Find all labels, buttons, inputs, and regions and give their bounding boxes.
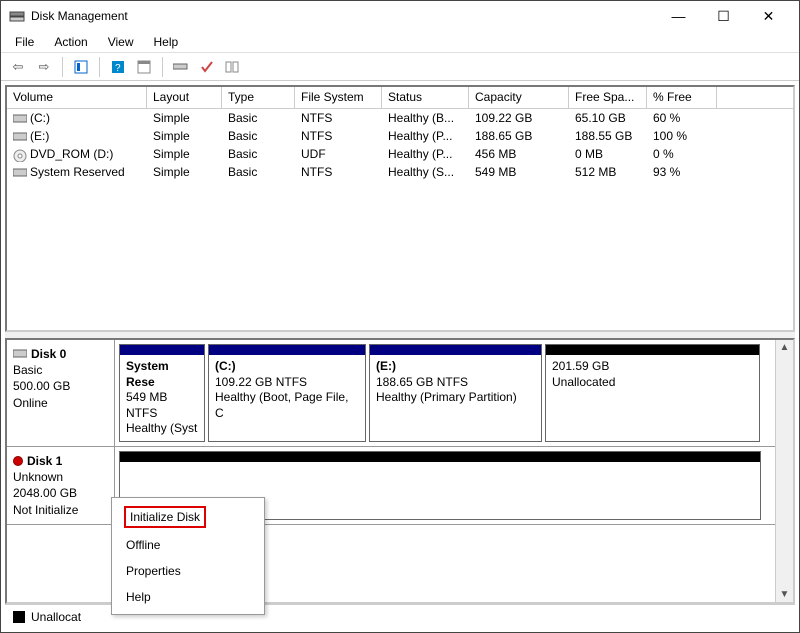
volume-list-header: Volume Layout Type File System Status Ca… [7,87,793,109]
close-button[interactable]: ✕ [746,1,791,31]
partition[interactable]: 201.59 GBUnallocated [545,344,760,442]
titlebar: Disk Management — ☐ ✕ [1,1,799,31]
menu-item-help[interactable]: Help [112,584,264,610]
volume-row[interactable]: (E:)SimpleBasicNTFSHealthy (P...188.65 G… [7,127,793,145]
volume-row[interactable]: (C:)SimpleBasicNTFSHealthy (B...109.22 G… [7,109,793,127]
volume-row[interactable]: DVD_ROM (D:)SimpleBasicUDFHealthy (P...4… [7,145,793,163]
drive-icon [13,149,27,160]
disk-info[interactable]: Disk 0Basic500.00 GBOnline [7,340,115,446]
toolbar-separator [99,57,100,77]
menu-action[interactable]: Action [44,33,97,51]
toolbar-btn-5[interactable] [196,56,218,78]
menu-item-initialize-disk[interactable]: Initialize Disk [112,502,264,532]
menubar: File Action View Help [1,31,799,53]
disk-row: Disk 0Basic500.00 GBOnlineSystem Rese549… [7,340,775,447]
svg-text:?: ? [115,63,121,74]
toolbar-btn-1[interactable] [70,56,92,78]
menu-item-properties[interactable]: Properties [112,558,264,584]
partition[interactable]: System Rese549 MB NTFSHealthy (Syst [119,344,205,442]
back-button[interactable]: ⇦ [7,56,29,78]
forward-button[interactable]: ⇨ [33,56,55,78]
vertical-scrollbar[interactable]: ▲ ▼ [775,340,793,602]
legend-square-unallocated [13,611,25,623]
col-free[interactable]: Free Spa... [569,87,647,108]
window-title: Disk Management [31,9,656,23]
col-filesystem[interactable]: File System [295,87,382,108]
col-type[interactable]: Type [222,87,295,108]
drive-icon [13,167,27,178]
menu-item-offline[interactable]: Offline [112,532,264,558]
volume-list: Volume Layout Type File System Status Ca… [5,85,795,332]
drive-icon [13,131,27,142]
back-arrow-icon: ⇦ [13,59,24,75]
partition[interactable]: (C:)109.22 GB NTFSHealthy (Boot, Page Fi… [208,344,366,442]
app-icon [9,8,25,24]
volume-row[interactable]: System ReservedSimpleBasicNTFSHealthy (S… [7,163,793,181]
toolbar-separator [62,57,63,77]
menu-file[interactable]: File [5,33,44,51]
forward-arrow-icon: ⇨ [39,59,50,75]
col-capacity[interactable]: Capacity [469,87,569,108]
help-button[interactable]: ? [107,56,129,78]
scroll-up-icon: ▲ [780,342,790,353]
disk-info[interactable]: Disk 1Unknown2048.00 GBNot Initialize [7,447,115,524]
partition[interactable]: (E:)188.65 GB NTFSHealthy (Primary Parti… [369,344,542,442]
disk-partitions: System Rese549 MB NTFSHealthy (Syst(C:)1… [115,340,775,446]
scroll-down-icon: ▼ [780,589,790,600]
toolbar-btn-4[interactable] [170,56,192,78]
col-volume[interactable]: Volume [7,87,147,108]
context-menu: Initialize Disk Offline Properties Help [111,497,265,615]
maximize-button[interactable]: ☐ [701,1,746,31]
minimize-button[interactable]: — [656,1,701,31]
drive-icon [13,113,27,124]
error-icon [13,456,23,466]
col-pctfree[interactable]: % Free [647,87,717,108]
menu-view[interactable]: View [98,33,144,51]
col-status[interactable]: Status [382,87,469,108]
toolbar-btn-6[interactable] [222,56,244,78]
toolbar-separator [162,57,163,77]
toolbar-btn-3[interactable] [133,56,155,78]
menu-help[interactable]: Help [144,33,189,51]
legend-unallocated-label: Unallocat [31,610,81,624]
toolbar: ⇦ ⇨ ? [1,53,799,81]
col-layout[interactable]: Layout [147,87,222,108]
highlight-box: Initialize Disk [124,506,206,528]
